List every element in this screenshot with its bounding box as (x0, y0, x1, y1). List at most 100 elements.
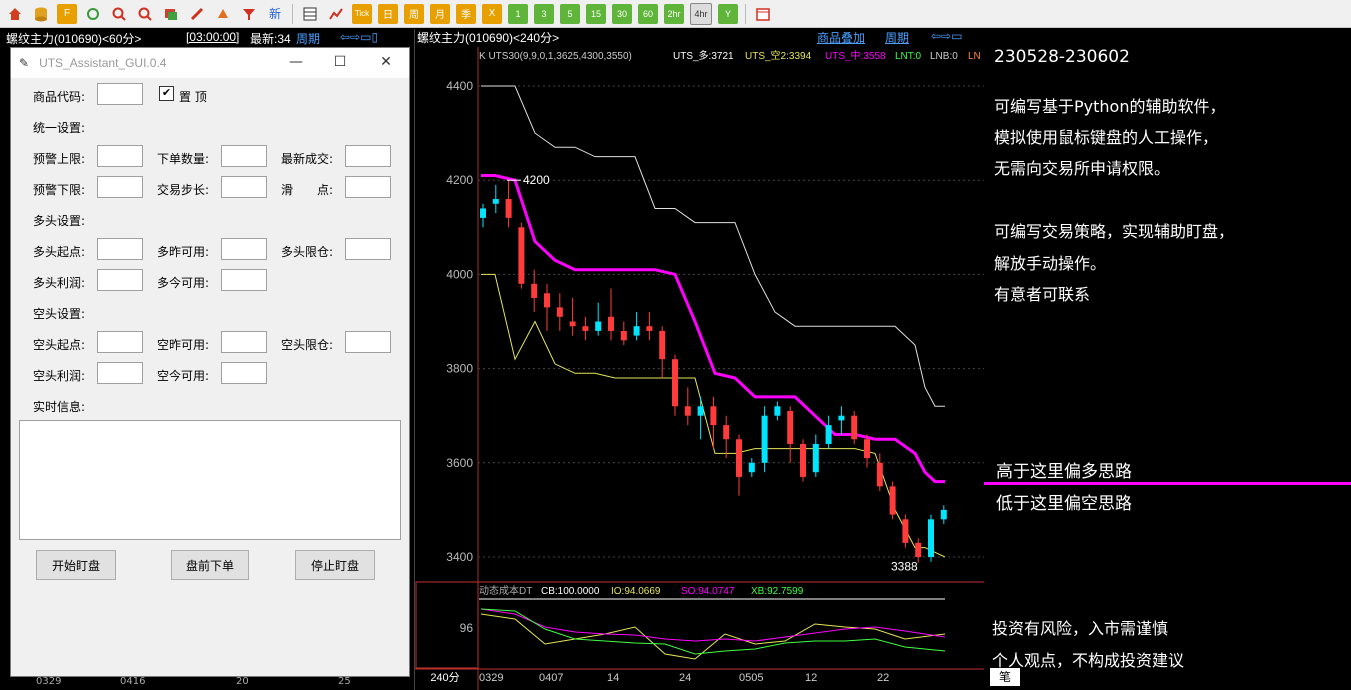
period-5min[interactable]: 5 (560, 3, 580, 24)
realtime-info-textarea[interactable] (19, 420, 401, 540)
period-60min[interactable]: 60 (638, 3, 658, 24)
promo-line: 解放手动操作。 (994, 254, 1107, 273)
latest-deal-label: 最新成交: (281, 152, 334, 166)
period-tick[interactable]: Tick (352, 3, 372, 24)
zoom-out-icon[interactable] (135, 4, 155, 24)
y-tick-label: 3600 (446, 456, 473, 470)
below-line-text: 低于这里偏空思路 (996, 494, 1132, 514)
chart-line-icon[interactable] (326, 4, 346, 24)
warn-upper-input[interactable] (97, 145, 143, 167)
table-icon[interactable] (300, 4, 320, 24)
candle-body (710, 406, 717, 426)
period-day[interactable]: 日 (378, 3, 398, 24)
candle-body (608, 316, 614, 331)
home-icon[interactable] (5, 4, 25, 24)
candle-body (787, 410, 794, 444)
preorder-button[interactable]: 盘前下单 (171, 550, 249, 580)
close-button[interactable]: ✕ (371, 54, 401, 70)
long-today-label: 多今可用: (157, 276, 210, 290)
x-tick-label: 14 (607, 672, 619, 684)
long-profit-label: 多头利润: (33, 276, 86, 290)
filter-icon[interactable] (239, 4, 259, 24)
short-limit-label: 空头限仓: (281, 338, 334, 352)
candle-body (889, 486, 896, 515)
feather-icon: ✎ (19, 56, 30, 70)
candle-body (659, 330, 666, 360)
upper-band-line (481, 85, 945, 407)
left-chart-nav-icons[interactable]: ⇦⇨▭▯ (340, 30, 378, 44)
period-month[interactable]: 月 (430, 3, 450, 24)
period-week[interactable]: 周 (404, 3, 424, 24)
slippage-label: 滑 点: (281, 183, 334, 197)
left-x-label: 20 (236, 676, 249, 687)
candle-body (902, 519, 909, 543)
bottom-tab[interactable]: 笔 (990, 668, 1020, 686)
pin-checkbox[interactable]: ✔ (159, 86, 174, 101)
long-limit-input[interactable] (345, 238, 391, 260)
candle-body (851, 415, 858, 440)
uts-mid-value: UTS_中:3558 (825, 49, 886, 62)
candle-body (582, 326, 589, 331)
period-x[interactable]: X (482, 3, 502, 24)
short-limit-input[interactable] (345, 331, 391, 353)
start-monitor-button[interactable]: 开始盯盘 (36, 550, 116, 580)
refresh-icon[interactable] (83, 4, 103, 24)
period-year[interactable]: Y (718, 3, 738, 24)
candle-body (774, 406, 781, 416)
long-start-input[interactable] (97, 238, 143, 260)
period-3min[interactable]: 3 (534, 3, 554, 24)
trade-step-input[interactable] (221, 176, 267, 198)
long-today-input[interactable] (221, 269, 267, 291)
realtime-info-label: 实时信息: (33, 400, 86, 414)
candle-body (672, 359, 678, 407)
order-qty-input[interactable] (221, 145, 267, 167)
period-4hr[interactable]: 4hr (690, 2, 712, 25)
pin-label: 置 顶 (179, 90, 207, 104)
candle-body (505, 199, 512, 218)
sub-cb-value: CB:100.0000 (541, 586, 600, 597)
short-profit-input[interactable] (97, 362, 143, 384)
so-line (480, 608, 946, 642)
maximize-button[interactable]: ☐ (325, 54, 355, 70)
stop-monitor-button[interactable]: 停止盯盘 (295, 550, 375, 580)
fin-icon[interactable]: F (57, 3, 77, 24)
left-chart-period-link[interactable]: 周期 (296, 30, 320, 47)
short-start-label: 空头起点: (33, 338, 86, 352)
new-button[interactable]: 新 (265, 4, 285, 24)
warn-lower-input[interactable] (97, 176, 143, 198)
indicator-header: K UTS30(9,9,0,1,3625,4300,3550) (479, 51, 632, 62)
uts-assistant-dialog: ✎ UTS_Assistant_GUI.0.4 — ☐ ✕ 商品代码: ✔ 置 … (10, 47, 410, 677)
above-line-text: 高于这里偏多思路 (996, 462, 1132, 482)
long-profit-input[interactable] (97, 269, 143, 291)
candle-body (492, 199, 499, 204)
long-yesterday-input[interactable] (221, 238, 267, 260)
y-tick-label: 3400 (446, 550, 473, 564)
latest-deal-input[interactable] (345, 145, 391, 167)
period-2hr[interactable]: 2hr (664, 3, 684, 24)
db-icon[interactable] (31, 4, 51, 24)
pen-icon[interactable] (187, 4, 207, 24)
short-yesterday-label: 空昨可用: (157, 338, 210, 352)
trade-step-label: 交易步长: (157, 183, 210, 197)
short-start-input[interactable] (97, 331, 143, 353)
dialog-title: UTS_Assistant_GUI.0.4 (39, 56, 167, 70)
lamp-icon[interactable] (213, 4, 233, 24)
candle-body (800, 443, 806, 477)
zoom-in-icon[interactable] (109, 4, 129, 24)
minimize-button[interactable]: — (281, 54, 311, 70)
high-marker-label: 4200 (523, 173, 550, 187)
lnx-value: LN (968, 51, 981, 62)
candlestick-chart[interactable]: K UTS30(9,9,0,1,3625,4300,3550) UTS_多:372… (415, 29, 985, 690)
dialog-titlebar[interactable]: ✎ UTS_Assistant_GUI.0.4 — ☐ ✕ (11, 48, 409, 78)
period-30min[interactable]: 30 (612, 3, 632, 24)
long-yesterday-label: 多昨可用: (157, 245, 210, 259)
code-input[interactable] (97, 83, 143, 105)
period-quarter[interactable]: 季 (456, 3, 476, 24)
calendar-icon[interactable] (753, 4, 773, 24)
period-15min[interactable]: 15 (586, 3, 606, 24)
short-yesterday-input[interactable] (221, 331, 267, 353)
slippage-input[interactable] (345, 176, 391, 198)
period-1min[interactable]: 1 (508, 3, 528, 24)
short-today-input[interactable] (221, 362, 267, 384)
window-icon[interactable] (161, 4, 181, 24)
